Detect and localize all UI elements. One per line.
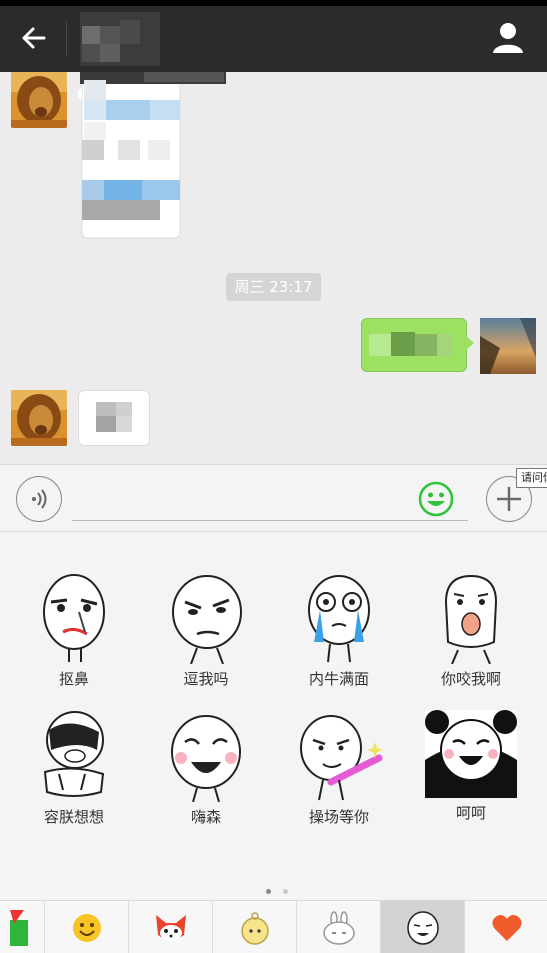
page-dot[interactable] (283, 889, 288, 894)
page-indicator (266, 879, 300, 898)
sticker-item[interactable]: 呵呵 (411, 710, 531, 840)
person-icon[interactable] (490, 20, 526, 56)
voice-icon[interactable] (16, 476, 62, 522)
contact-avatar[interactable] (11, 72, 67, 128)
sticker-bite-me-icon (444, 574, 498, 664)
page-dot-active (266, 889, 271, 894)
sticker-item[interactable]: 逗我吗 (146, 572, 266, 702)
tab-fox[interactable] (129, 901, 213, 953)
sticker-crying-icon (308, 575, 370, 663)
message-bubble-sent[interactable] (361, 318, 474, 372)
sticker-label: 你咬我啊 (440, 670, 501, 688)
sticker-tab-bar (0, 900, 547, 953)
tab-rabbit[interactable] (297, 901, 381, 953)
input-bar (0, 464, 547, 532)
tab-baby[interactable] (213, 901, 297, 953)
sticker-item[interactable]: 你咬我啊 (411, 572, 531, 702)
sticker-item[interactable]: 内牛满面 (279, 572, 399, 702)
sticker-item[interactable]: 抠鼻 (14, 572, 134, 702)
tooltip: 请问你 (516, 468, 547, 488)
sticker-thinking-icon (43, 711, 105, 797)
smiley-icon[interactable] (418, 481, 454, 517)
sticker-playground-icon (300, 715, 383, 801)
tab-meme[interactable] (381, 901, 465, 953)
sticker-happy-icon (171, 715, 241, 802)
sticker-item[interactable]: 嗨森 (146, 710, 266, 840)
sticker-panda-icon (425, 710, 517, 798)
baby-icon (240, 911, 269, 945)
message-bubble-received[interactable] (74, 72, 226, 240)
contact-avatar[interactable] (11, 390, 67, 446)
title-divider (66, 22, 67, 56)
rabbit-icon (322, 910, 355, 945)
sticker-pick-nose-icon (43, 574, 105, 662)
timestamp-label: 周三 23:17 (226, 273, 321, 301)
sticker-panel: 抠鼻 逗我吗 内牛满面 你咬我啊 容朕想想 嗨森 操场等你 呵呵 (0, 532, 547, 900)
sticker-skeptical-icon (172, 575, 242, 664)
my-avatar[interactable] (480, 318, 536, 374)
chat-title-redacted (80, 6, 166, 66)
tab-emoji[interactable] (45, 901, 129, 953)
sticker-label: 容朕想想 (43, 808, 104, 826)
sticker-label: 嗨森 (190, 808, 221, 826)
heart-icon (492, 914, 522, 941)
store-bag-icon (10, 909, 28, 946)
sticker-label: 呵呵 (455, 804, 486, 822)
sticker-item[interactable]: 操场等你 (279, 710, 399, 840)
chat-messages[interactable]: 周三 23:17 (0, 72, 547, 464)
meme-face-icon (406, 910, 439, 945)
fox-icon (155, 914, 186, 941)
sticker-label: 内牛满面 (308, 670, 369, 688)
back-arrow-icon[interactable] (18, 22, 50, 54)
sticker-label: 操场等你 (308, 808, 369, 826)
sticker-label: 逗我吗 (183, 670, 229, 688)
sticker-label: 抠鼻 (58, 670, 89, 688)
emoji-face-icon (72, 913, 101, 942)
tab-favorites[interactable] (465, 901, 547, 953)
message-bubble-received[interactable] (78, 390, 150, 446)
title-bar (0, 0, 547, 72)
tab-store[interactable] (0, 901, 45, 953)
message-input[interactable] (72, 477, 468, 521)
sticker-item[interactable]: 容朕想想 (14, 710, 134, 840)
